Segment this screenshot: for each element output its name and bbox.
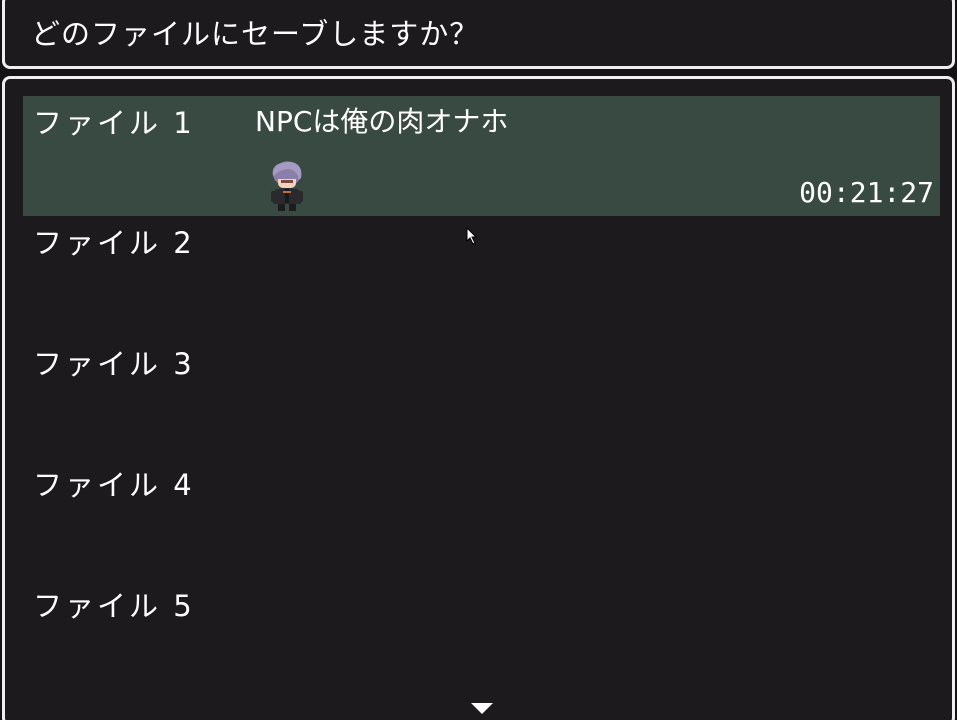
- save-slot-4[interactable]: ファイル 4: [23, 458, 940, 578]
- save-slot-5[interactable]: ファイル 5: [23, 579, 940, 699]
- scroll-down-arrow-icon[interactable]: [471, 703, 493, 715]
- help-message: どのファイルにセーブしますか？: [31, 17, 480, 51]
- save-slot-1[interactable]: ファイル 1 NPCは俺の肉オナホ 00:21:27: [23, 96, 940, 216]
- save-slot-3[interactable]: ファイル 3: [23, 337, 940, 457]
- slot-label: ファイル 1: [33, 106, 195, 140]
- save-file-list: ファイル 1 NPCは俺の肉オナホ 00:21:27 ファイル 2 ファイル 3…: [2, 76, 955, 720]
- slot-label: ファイル 4: [33, 468, 195, 502]
- slot-playtime: 00:21:27: [799, 176, 934, 209]
- slot-label: ファイル 5: [33, 589, 195, 623]
- save-screen: どのファイルにセーブしますか？ ファイル 1 NPCは俺の肉オナホ 00:21:…: [0, 0, 957, 720]
- mouse-pointer-icon: [466, 227, 478, 245]
- slot-save-title: NPCは俺の肉オナホ: [255, 105, 509, 138]
- slot-label: ファイル 3: [33, 347, 195, 381]
- help-window: どのファイルにセーブしますか？: [2, 0, 955, 69]
- character-sprite-icon: [271, 161, 303, 211]
- slot-label: ファイル 2: [33, 226, 195, 260]
- save-slot-2[interactable]: ファイル 2: [23, 216, 940, 336]
